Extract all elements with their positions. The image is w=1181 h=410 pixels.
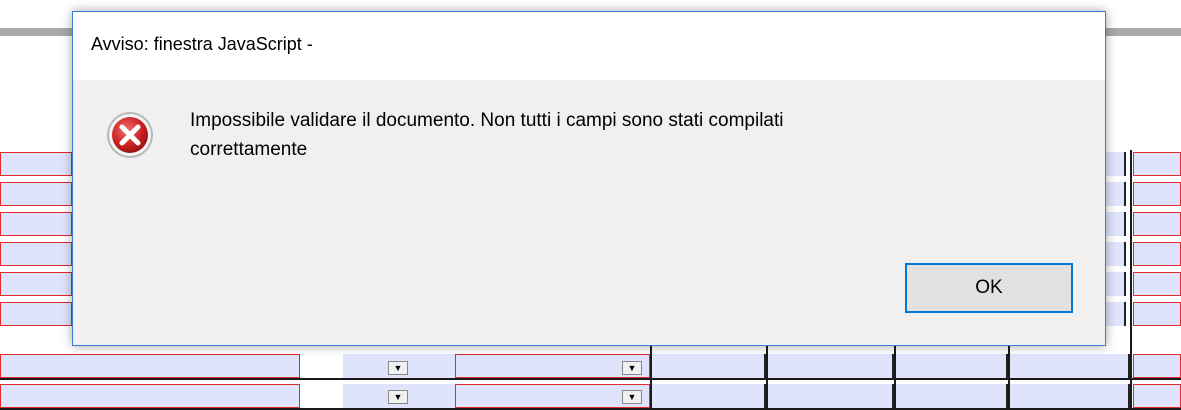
grid-line (894, 346, 896, 408)
form-field[interactable] (1133, 354, 1181, 378)
message-line: correttamente (190, 139, 308, 160)
chevron-down-icon: ▼ (627, 363, 637, 373)
form-field[interactable] (1133, 384, 1181, 408)
form-field[interactable] (1133, 272, 1181, 296)
form-field[interactable] (0, 384, 300, 408)
form-field[interactable] (0, 354, 300, 378)
form-field[interactable] (1133, 242, 1181, 266)
dropdown-arrow-button[interactable]: ▼ (388, 361, 408, 375)
form-field[interactable] (0, 302, 72, 326)
form-field[interactable] (896, 354, 1008, 378)
form-field[interactable] (1133, 212, 1181, 236)
form-field[interactable] (768, 384, 894, 408)
form-select[interactable] (455, 354, 650, 378)
form-field[interactable] (1106, 272, 1126, 296)
dropdown-arrow-button[interactable]: ▼ (622, 390, 642, 404)
grid-line (766, 346, 768, 408)
chevron-down-icon: ▼ (627, 392, 637, 402)
form-field[interactable] (768, 354, 894, 378)
grid-line (1130, 150, 1132, 408)
form-field[interactable] (1133, 302, 1181, 326)
form-field[interactable] (1106, 302, 1126, 326)
form-field[interactable] (1010, 354, 1130, 378)
chevron-down-icon: ▼ (393, 363, 403, 373)
form-field[interactable] (1133, 152, 1181, 176)
form-field[interactable] (896, 384, 1008, 408)
form-top-bar-left (0, 28, 72, 36)
message-line: Impossibile validare il documento. Non t… (190, 110, 784, 131)
form-field[interactable] (1106, 212, 1126, 236)
form-field[interactable] (1106, 182, 1126, 206)
dropdown-arrow-button[interactable]: ▼ (622, 361, 642, 375)
form-select[interactable] (455, 384, 650, 408)
form-field[interactable] (1133, 182, 1181, 206)
dialog-message: Impossibile validare il documento. Non t… (190, 106, 1010, 164)
form-field[interactable] (1010, 384, 1130, 408)
form-field[interactable] (1106, 152, 1126, 176)
form-field[interactable] (0, 272, 72, 296)
javascript-alert-dialog: Avviso: finestra JavaScript - Impossibil… (72, 11, 1106, 346)
form-field[interactable] (1106, 242, 1126, 266)
form-field[interactable] (652, 384, 766, 408)
error-icon (107, 112, 153, 158)
grid-line (650, 346, 652, 408)
dialog-title-bar[interactable]: Avviso: finestra JavaScript - (73, 12, 1105, 80)
grid-line (0, 378, 1181, 380)
form-field[interactable] (0, 152, 72, 176)
ok-button[interactable]: OK (905, 263, 1073, 313)
ok-button-label: OK (975, 277, 1003, 298)
form-top-bar-right (1106, 28, 1181, 36)
form-field[interactable] (0, 242, 72, 266)
form-field[interactable] (652, 354, 766, 378)
form-field[interactable] (0, 212, 72, 236)
form-field[interactable] (0, 182, 72, 206)
chevron-down-icon: ▼ (393, 392, 403, 402)
grid-line (1008, 346, 1010, 408)
dialog-title: Avviso: finestra JavaScript - (91, 34, 313, 54)
dropdown-arrow-button[interactable]: ▼ (388, 390, 408, 404)
